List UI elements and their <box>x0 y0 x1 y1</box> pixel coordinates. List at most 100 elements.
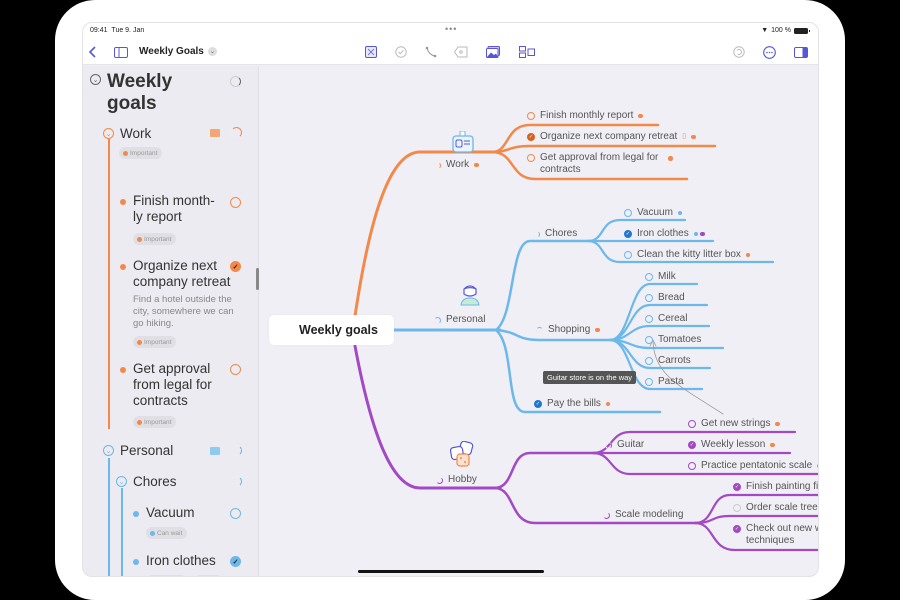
connection-button[interactable] <box>423 44 439 60</box>
multitask-dots[interactable]: ••• <box>445 24 457 34</box>
checkbox-checked: ✓ <box>534 400 542 408</box>
layout-button[interactable] <box>519 44 535 60</box>
task-checkbox-checked[interactable]: ✓ <box>230 556 241 567</box>
back-icon <box>88 46 96 58</box>
tag-can-wait[interactable]: Can wait <box>146 527 188 539</box>
relation-label[interactable]: Guitar store is on the way <box>543 371 637 384</box>
back-button[interactable] <box>85 44 101 60</box>
node-pasta[interactable]: Pasta <box>645 376 684 388</box>
node-weekly-lesson[interactable]: ✓ Weekly lesson <box>688 439 775 451</box>
battery-icon <box>794 27 810 34</box>
tag-dot <box>638 113 643 119</box>
node-pentatonic[interactable]: Practice pentatonic scale <box>688 460 818 472</box>
task-checkbox[interactable] <box>230 508 241 519</box>
node-legal-approval[interactable]: Get approval from legal for contracts <box>527 152 673 176</box>
node-chores[interactable]: Chores <box>533 228 577 240</box>
progress-icon <box>605 441 612 449</box>
tag-dot <box>775 421 780 427</box>
sidebar-toggle-button[interactable] <box>113 44 129 60</box>
sidebar-resize-handle[interactable] <box>256 268 259 290</box>
image-button[interactable] <box>485 44 501 60</box>
progress-icon <box>536 326 543 334</box>
node-hobby[interactable]: Hobby <box>436 474 477 486</box>
image-icon <box>486 46 500 58</box>
more-button[interactable] <box>761 44 777 60</box>
collapse-root-icon[interactable]: ⌄ <box>90 74 101 85</box>
item-note: Find a hotel outside the city, somewhere … <box>133 294 234 329</box>
tag-important[interactable]: Important <box>119 147 163 159</box>
document-title[interactable]: Weekly Goals ⌄ <box>139 46 217 57</box>
node-milk[interactable]: Milk <box>645 271 676 283</box>
checkbox <box>645 315 653 323</box>
node-work[interactable]: Work <box>434 159 479 171</box>
edge-hobby-guitar <box>494 451 602 490</box>
task-checkbox-checked[interactable]: ✓ <box>230 261 241 272</box>
node-guitar[interactable]: Guitar <box>605 439 644 451</box>
title-chevron-icon[interactable]: ⌄ <box>207 47 217 56</box>
outline-sidebar: ⌄ Weekly goals ⌄ Work Important Finish m… <box>83 66 259 576</box>
checkbox-checked: ✓ <box>527 133 535 141</box>
node-weathering[interactable]: ✓Check out new weatheringtechniques <box>733 523 818 547</box>
task-checkbox[interactable] <box>230 197 241 208</box>
outline-work[interactable]: Work <box>120 126 151 142</box>
work-image-icon <box>210 129 220 137</box>
node-scale-trees[interactable]: Order scale trees <box>733 502 818 514</box>
bullet <box>133 559 139 565</box>
tag-important[interactable]: Important <box>133 233 177 245</box>
outline-item-iron-clothes[interactable]: Iron clothes <box>146 553 216 569</box>
bullet <box>120 199 126 205</box>
root-node[interactable]: Weekly goals <box>269 315 394 345</box>
node-shopping[interactable]: Shopping <box>536 324 600 336</box>
node-vacuum[interactable]: Vacuum <box>624 207 683 219</box>
node-personal[interactable]: Personal <box>434 314 485 326</box>
outline-item-finish-report[interactable]: Finish month-ly report <box>133 193 215 225</box>
tag-important[interactable]: Important <box>133 416 177 428</box>
node-finish-report[interactable]: Finish monthly report <box>527 110 643 122</box>
outline-item-legal-approval[interactable]: Get approval from legal for contracts <box>133 361 212 409</box>
outline-root-title[interactable]: Weekly goals <box>107 71 217 115</box>
node-kitty-litter[interactable]: Clean the kitty litter box <box>624 249 751 261</box>
node-carrots[interactable]: Carrots <box>645 355 691 367</box>
node-pay-bills[interactable]: ✓ Pay the bills <box>534 398 611 410</box>
node-cereal[interactable]: Cereal <box>645 313 687 325</box>
bullet <box>120 264 126 270</box>
checkbox <box>645 357 653 365</box>
node-new-strings[interactable]: Get new strings <box>688 418 780 430</box>
node-painting-figurine[interactable]: ✓Finish painting figurine <box>733 481 818 493</box>
tag-can-wait[interactable]: Can wait <box>146 575 188 576</box>
inspector-button[interactable] <box>793 44 809 60</box>
outline-item-vacuum[interactable]: Vacuum <box>146 505 195 521</box>
tag-important[interactable]: Important <box>133 336 177 348</box>
sidebar-toggle-icon <box>114 46 128 58</box>
edge-scale-trees <box>693 514 818 525</box>
checkbox <box>527 154 535 162</box>
work-progress-icon <box>231 127 242 138</box>
node-scale-modeling[interactable]: Scale modeling <box>603 509 683 521</box>
tag-button[interactable] <box>453 44 469 60</box>
work-guide-line <box>108 139 110 429</box>
checkbox <box>733 504 741 512</box>
battery-percent: 100 % <box>771 27 791 34</box>
node-tomatoes[interactable]: Tomatoes <box>645 334 701 346</box>
tag-late[interactable]: Late <box>194 575 223 576</box>
node-organize-retreat[interactable]: ✓ Organize next company retreat ▯ <box>527 131 696 143</box>
undo-button[interactable] <box>731 44 747 60</box>
status-right: ▼ 100 % <box>761 27 810 34</box>
home-indicator[interactable] <box>358 570 544 573</box>
collapse-work-icon[interactable]: ⌄ <box>103 128 114 139</box>
chores-guide-line <box>121 488 123 576</box>
mindmap-canvas[interactable]: Weekly goals Work Finish monthly report … <box>260 66 818 576</box>
personal-image-icon <box>210 447 220 455</box>
root-progress-icon <box>230 76 241 87</box>
task-checkbox[interactable] <box>230 364 241 375</box>
collapse-personal-icon[interactable]: ⌄ <box>103 445 114 456</box>
checkbox-button[interactable] <box>393 44 409 60</box>
tag-dot <box>474 162 479 168</box>
outline-personal[interactable]: Personal <box>120 443 173 459</box>
outline-chores[interactable]: Chores <box>133 474 177 490</box>
outline-item-organize-retreat[interactable]: Organize next company retreat <box>133 258 231 290</box>
node-bread[interactable]: Bread <box>645 292 685 304</box>
node-iron-clothes[interactable]: ✓ Iron clothes <box>624 228 705 240</box>
focus-button[interactable] <box>363 44 379 60</box>
collapse-chores-icon[interactable]: ⌄ <box>116 476 127 487</box>
